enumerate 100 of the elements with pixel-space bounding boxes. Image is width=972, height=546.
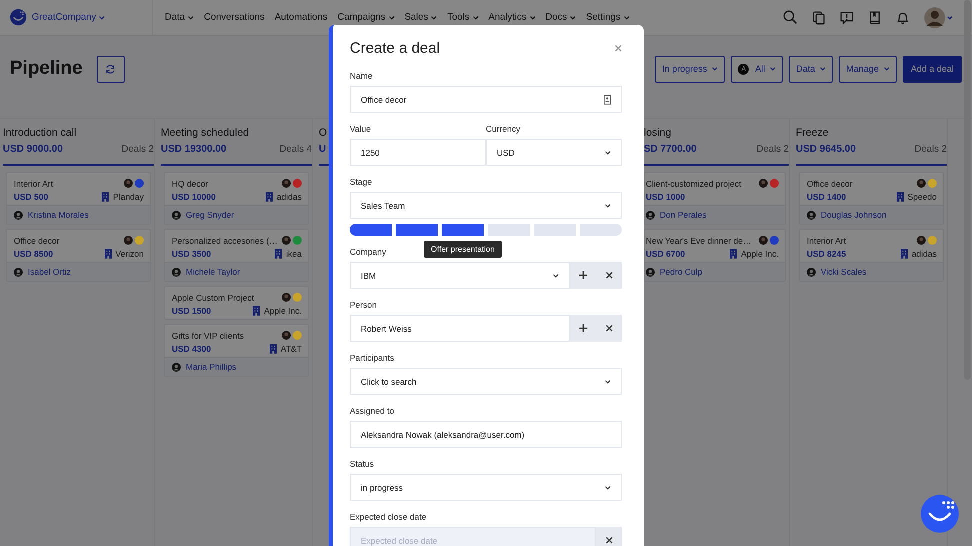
logo-icon xyxy=(10,9,27,26)
deal-amount: USD 3500 xyxy=(172,248,212,258)
deal-card[interactable]: Gifts for VIP clients USD 4300 AT&T Maria Phillips xyxy=(164,324,309,377)
tooltip: Offer presentation xyxy=(424,241,502,258)
building-icon xyxy=(900,248,908,258)
contact-link[interactable]: Don Perales xyxy=(660,210,707,220)
field-label: Currency xyxy=(486,124,520,135)
field-label: Company xyxy=(350,247,386,258)
documents-icon[interactable] xyxy=(812,10,826,24)
deal-card[interactable]: Office decor USD 1400 Speedo Douglas Johnson xyxy=(799,172,944,225)
company-name: adidas xyxy=(276,192,302,202)
stage-total: SD 7700.00 xyxy=(644,144,697,155)
person-icon xyxy=(646,210,655,220)
deal-card[interactable]: Office decor USD 8500 Verizon Isabel Ortiz xyxy=(6,229,151,282)
owner-avatar xyxy=(917,236,926,245)
person-icon xyxy=(172,210,181,220)
stage-step[interactable] xyxy=(350,224,392,236)
deal-title: New Year's Eve dinner de… xyxy=(646,236,752,246)
stage-title: Freeze xyxy=(796,127,829,141)
company-switcher[interactable]: GreatCompany xyxy=(32,12,106,23)
building-icon xyxy=(253,306,260,316)
clear-button[interactable] xyxy=(596,315,622,342)
nav-item[interactable]: Data xyxy=(165,12,194,23)
company-name: Planday xyxy=(113,192,144,202)
nav-item[interactable]: Conversations xyxy=(204,12,265,23)
nav-item[interactable]: Tools xyxy=(447,12,479,23)
contact-link[interactable]: Greg Snyder xyxy=(186,210,234,220)
deal-card[interactable]: Interior Art USD 8245 adidas Vicki Scales xyxy=(799,229,944,282)
add-deal-button[interactable]: Add a deal xyxy=(902,56,962,82)
deal-card[interactable]: Client-customized project USD 1000 Don Perales xyxy=(644,172,786,225)
field-label: Stage xyxy=(350,177,372,188)
contact-link[interactable]: Isabel Ortiz xyxy=(28,267,71,277)
input-field[interactable]: Robert Weiss xyxy=(350,315,570,342)
field-label: Participants xyxy=(350,353,394,364)
deal-card[interactable]: New Year's Eve dinner de… USD 6700 Apple Inc. Pedro Culp xyxy=(644,229,786,282)
contact-link[interactable]: Michele Taylor xyxy=(186,267,240,277)
deal-amount: USD 4300 xyxy=(172,344,212,354)
book-icon[interactable] xyxy=(868,10,882,24)
add-button[interactable] xyxy=(570,315,596,342)
filter-dropdown[interactable]: Manage xyxy=(839,56,897,82)
owner-avatar xyxy=(759,179,768,188)
person-icon xyxy=(646,268,655,276)
contact-link[interactable]: Kristina Morales xyxy=(28,210,89,220)
stage-total: USD 9645.00 xyxy=(796,144,856,155)
person-icon xyxy=(807,210,816,220)
user-avatar[interactable] xyxy=(924,6,954,28)
clear-button[interactable] xyxy=(596,527,622,546)
dialog-title: Create a deal xyxy=(350,40,440,56)
refresh-button[interactable] xyxy=(96,56,125,82)
nav-item[interactable]: Analytics xyxy=(488,12,536,23)
nav-item[interactable]: Docs xyxy=(546,12,576,23)
filter-dropdown[interactable]: Data xyxy=(789,56,834,82)
deal-card[interactable]: Apple Custom Project USD 1500 Apple Inc. xyxy=(164,286,309,320)
nav-item[interactable]: Sales xyxy=(404,12,438,23)
field-label: Status xyxy=(350,459,374,470)
company-name: Verizon xyxy=(116,248,144,258)
stage-total: USD 9000.00 xyxy=(3,144,64,155)
close-icon xyxy=(606,272,612,279)
select-field[interactable]: Click to search xyxy=(350,368,622,395)
filter-dropdown[interactable]: In progress xyxy=(655,56,726,82)
contact-link[interactable]: Maria Phillips xyxy=(186,362,237,372)
chevron-down-icon xyxy=(605,150,611,154)
contact-link[interactable]: Douglas Johnson xyxy=(821,210,887,220)
chat-button[interactable] xyxy=(920,494,960,534)
select-field[interactable]: IBM xyxy=(350,262,570,289)
plus-icon xyxy=(578,271,588,280)
owner-avatar xyxy=(282,179,291,188)
input-field[interactable]: Aleksandra Nowak (aleksandra@user.com) xyxy=(350,421,622,448)
add-button[interactable] xyxy=(570,262,596,289)
stage-total: USD 19300.00 xyxy=(161,144,227,155)
close-icon[interactable] xyxy=(615,44,622,52)
contact-link[interactable]: Pedro Culp xyxy=(660,267,703,277)
contact-link[interactable]: Vicki Scales xyxy=(821,267,867,277)
deal-card[interactable]: HQ decor USD 10000 adidas Greg Snyder xyxy=(164,172,309,225)
nav-item[interactable]: Campaigns xyxy=(338,12,395,23)
owner-avatar xyxy=(124,179,133,188)
refresh-icon xyxy=(105,64,116,74)
bell-icon[interactable] xyxy=(896,10,910,24)
nav-item[interactable]: Automations xyxy=(274,12,328,23)
caret-icon xyxy=(770,67,776,71)
select-field[interactable]: USD xyxy=(486,139,622,166)
caret-icon xyxy=(884,67,890,71)
person-icon xyxy=(14,268,23,276)
select-field[interactable]: in progress xyxy=(350,474,622,501)
caret-icon xyxy=(712,67,718,71)
deal-title: Office decor xyxy=(14,236,60,246)
search-icon[interactable] xyxy=(783,10,798,25)
deal-card[interactable]: Personalized accesories (… USD 3500 ikea Michele Taylor xyxy=(164,229,309,282)
input-field[interactable]: Office decor xyxy=(350,86,622,113)
deal-card[interactable]: Interior Art USD 500 Planday Kristina Morales xyxy=(6,172,151,225)
stage-total: U xyxy=(319,144,326,155)
company-name: AT&T xyxy=(280,344,302,354)
company-name: Apple Inc. xyxy=(264,306,302,316)
message-alert-icon[interactable] xyxy=(840,10,854,24)
nav-item[interactable]: Settings xyxy=(586,12,630,23)
input-field[interactable]: 1250 xyxy=(350,139,486,166)
select-field[interactable]: Sales Team xyxy=(350,192,622,219)
deal-amount: USD 500 xyxy=(14,192,48,202)
deal-amount: USD 8245 xyxy=(807,248,846,258)
clear-button[interactable] xyxy=(596,262,622,289)
